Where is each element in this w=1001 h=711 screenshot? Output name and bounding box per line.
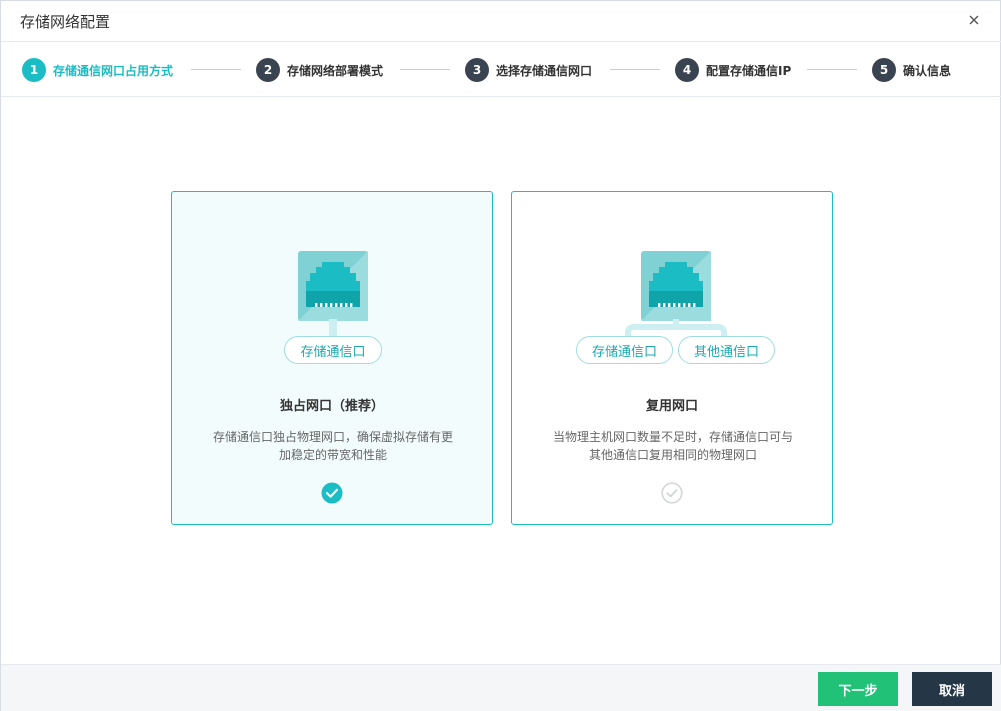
step-number: 1	[22, 58, 46, 82]
step-2: 2 存储网络部署模式	[256, 58, 383, 82]
option-title: 复用网口	[645, 399, 698, 414]
dialog-content: 存储通信口 独占网口（推荐） 存储通信口独占物理网口，确保虚拟存储有更加稳定的带…	[1, 97, 1001, 664]
step-number: 2	[256, 58, 280, 82]
ethernet-port-icon	[298, 251, 368, 321]
option-description: 当物理主机网口数量不足时，存储通信口可与其他通信口复用相同的物理网口	[552, 430, 793, 462]
step-label: 确认信息	[903, 63, 952, 78]
step-connector	[807, 69, 857, 70]
storage-network-dialog: 存储网络配置 1 存储通信网口占用方式 2 存储网络部署模式 3 选择存储通信网…	[0, 0, 1001, 711]
check-selected-icon[interactable]	[321, 482, 343, 504]
step-connector	[610, 69, 660, 70]
option-description: 存储通信口独占物理网口，确保虚拟存储有更加稳定的带宽和性能	[212, 430, 453, 462]
step-connector	[191, 69, 241, 70]
step-number: 3	[465, 58, 489, 82]
cancel-button[interactable]: 取消	[912, 672, 992, 706]
next-step-button[interactable]: 下一步	[818, 672, 898, 706]
option-card-shared[interactable]: 存储通信口 其他通信口 复用网口 当物理主机网口数量不足时，存储通信口可与其他通…	[511, 191, 833, 525]
port-tag: 存储通信口	[284, 336, 382, 364]
step-label: 配置存储通信IP	[706, 63, 792, 78]
option-card-exclusive[interactable]: 存储通信口 独占网口（推荐） 存储通信口独占物理网口，确保虚拟存储有更加稳定的带…	[171, 191, 493, 525]
ethernet-port-icon	[641, 251, 711, 321]
check-unselected-icon[interactable]	[661, 482, 683, 504]
port-tag: 其他通信口	[678, 336, 775, 364]
dialog-footer: 下一步 取消	[1, 664, 1001, 711]
port-tag: 存储通信口	[576, 336, 673, 364]
dialog-header: 存储网络配置	[1, 1, 1001, 42]
step-label: 存储网络部署模式	[287, 63, 384, 78]
dialog-title: 存储网络配置	[20, 13, 111, 31]
step-label: 选择存储通信网口	[496, 63, 593, 78]
step-connector	[400, 69, 450, 70]
step-number: 4	[675, 58, 699, 82]
step-5: 5 确认信息	[872, 58, 951, 82]
step-number: 5	[872, 58, 896, 82]
step-3: 3 选择存储通信网口	[465, 58, 592, 82]
close-icon[interactable]	[964, 10, 984, 30]
option-title: 独占网口（推荐）	[279, 399, 384, 414]
connector-line	[329, 319, 337, 337]
step-1: 1 存储通信网口占用方式	[22, 58, 173, 82]
wizard-steps: 1 存储通信网口占用方式 2 存储网络部署模式 3 选择存储通信网口 4 配置存…	[1, 42, 1001, 97]
step-4: 4 配置存储通信IP	[675, 58, 791, 82]
step-label: 存储通信网口占用方式	[53, 63, 174, 78]
